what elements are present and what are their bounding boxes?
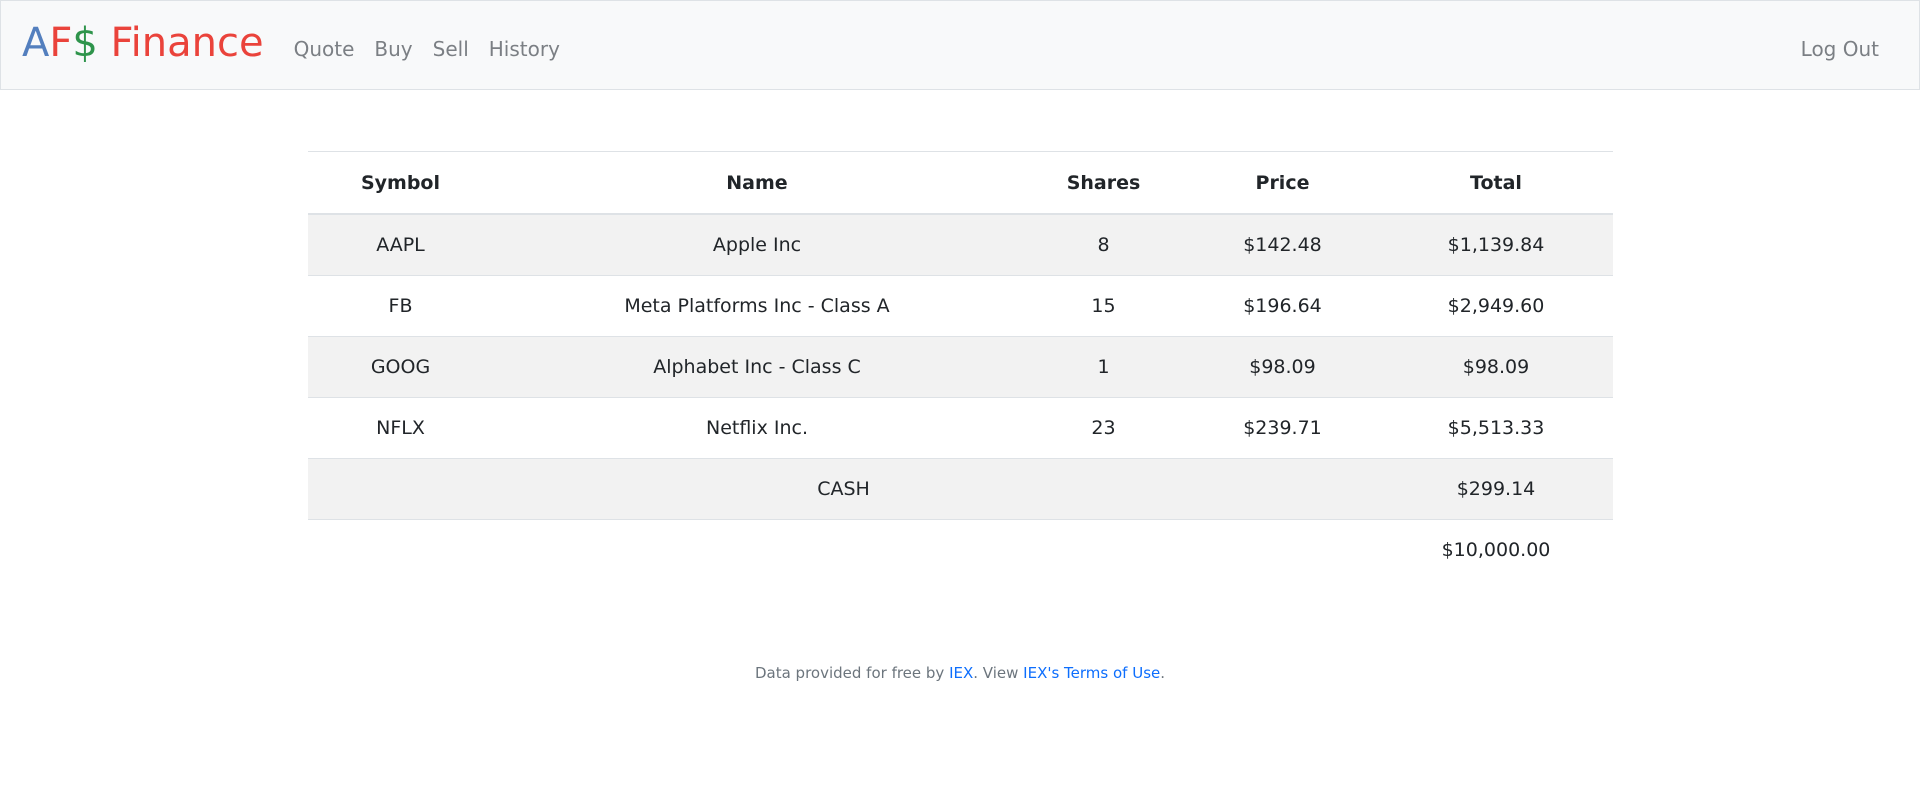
iex-terms-link[interactable]: IEX's Terms of Use bbox=[1023, 664, 1160, 682]
cell-name: Apple Inc bbox=[493, 213, 1021, 276]
grand-total-row: $10,000.00 bbox=[308, 519, 1613, 580]
grand-total: $10,000.00 bbox=[1379, 519, 1613, 580]
table-row: GOOG Alphabet Inc - Class C 1 $98.09 $98… bbox=[308, 336, 1613, 398]
cell-symbol: AAPL bbox=[308, 213, 493, 276]
nav-link-history[interactable]: History bbox=[479, 37, 570, 61]
brand-letter-a: A bbox=[22, 20, 50, 66]
brand-finance-word: Finance bbox=[97, 20, 264, 66]
footer-suffix: . bbox=[1160, 664, 1166, 682]
cell-price: $239.71 bbox=[1186, 397, 1379, 459]
cell-shares: 8 bbox=[1021, 213, 1186, 276]
brand-logo-link[interactable]: AF$ Finance bbox=[22, 23, 264, 63]
cell-total: $98.09 bbox=[1379, 336, 1613, 398]
cell-symbol: GOOG bbox=[308, 336, 493, 398]
header-shares: Shares bbox=[1021, 151, 1186, 215]
cash-total: $299.14 bbox=[1379, 458, 1613, 520]
nav-link-buy[interactable]: Buy bbox=[364, 37, 422, 61]
cell-price: $98.09 bbox=[1186, 336, 1379, 398]
cash-label: CASH bbox=[308, 458, 1379, 520]
table-row: AAPL Apple Inc 8 $142.48 $1,139.84 bbox=[308, 213, 1613, 276]
header-total: Total bbox=[1379, 151, 1613, 215]
table-row: NFLX Netflix Inc. 23 $239.71 $5,513.33 bbox=[308, 397, 1613, 459]
navbar: AF$ Finance Quote Buy Sell History Log O… bbox=[0, 0, 1920, 90]
cell-name: Meta Platforms Inc - Class A bbox=[493, 275, 1021, 337]
footer-middle: . View bbox=[973, 664, 1024, 682]
cash-row: CASH $299.14 bbox=[308, 458, 1613, 520]
brand-dollar-sign: $ bbox=[72, 20, 98, 66]
cell-price: $142.48 bbox=[1186, 213, 1379, 276]
cell-symbol: FB bbox=[308, 275, 493, 337]
cell-symbol: NFLX bbox=[308, 397, 493, 459]
nav-link-sell[interactable]: Sell bbox=[423, 37, 479, 61]
cell-total: $2,949.60 bbox=[1379, 275, 1613, 337]
table-body: AAPL Apple Inc 8 $142.48 $1,139.84 FB Me… bbox=[308, 213, 1613, 520]
cell-total: $1,139.84 bbox=[1379, 213, 1613, 276]
cell-shares: 1 bbox=[1021, 336, 1186, 398]
cell-shares: 15 bbox=[1021, 275, 1186, 337]
page-footer: Data provided for free by IEX. View IEX'… bbox=[0, 664, 1920, 682]
cell-name: Netflix Inc. bbox=[493, 397, 1021, 459]
cell-shares: 23 bbox=[1021, 397, 1186, 459]
logout-link[interactable]: Log Out bbox=[1791, 37, 1889, 61]
brand-letter-f: F bbox=[49, 20, 73, 66]
grand-total-spacer bbox=[308, 519, 1379, 580]
table-footer: $10,000.00 bbox=[308, 519, 1613, 580]
portfolio-table: Symbol Name Shares Price Total AAPL Appl… bbox=[308, 151, 1613, 580]
iex-link[interactable]: IEX bbox=[949, 664, 973, 682]
table-header-row: Symbol Name Shares Price Total bbox=[308, 151, 1613, 215]
header-symbol: Symbol bbox=[308, 151, 493, 215]
header-name: Name bbox=[493, 151, 1021, 215]
nav-right: Log Out bbox=[1791, 37, 1889, 61]
cell-total: $5,513.33 bbox=[1379, 397, 1613, 459]
table-header: Symbol Name Shares Price Total bbox=[308, 151, 1613, 215]
nav-link-quote[interactable]: Quote bbox=[284, 37, 365, 61]
header-price: Price bbox=[1186, 151, 1379, 215]
cell-name: Alphabet Inc - Class C bbox=[493, 336, 1021, 398]
table-row: FB Meta Platforms Inc - Class A 15 $196.… bbox=[308, 275, 1613, 337]
footer-prefix: Data provided for free by bbox=[754, 664, 950, 682]
cell-price: $196.64 bbox=[1186, 275, 1379, 337]
nav-links: Quote Buy Sell History bbox=[284, 37, 570, 61]
